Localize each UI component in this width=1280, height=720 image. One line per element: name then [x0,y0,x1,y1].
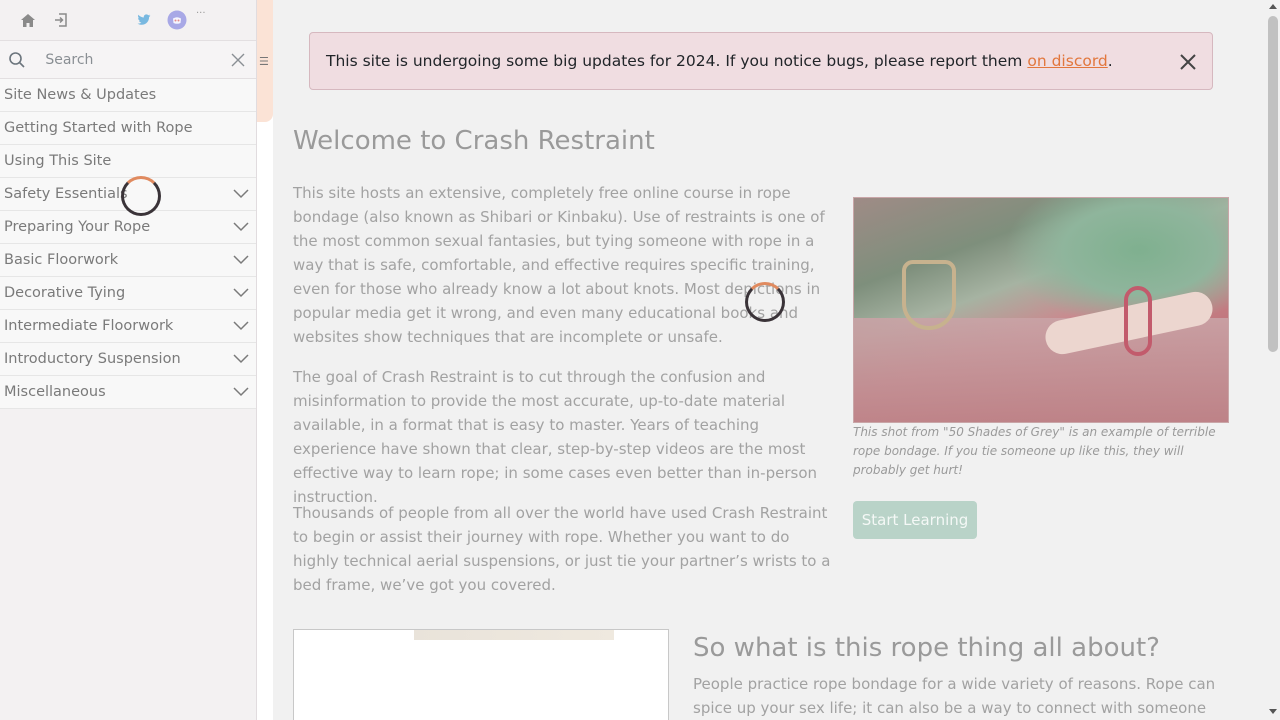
search-bar [0,41,256,79]
more-icon: ··· [196,7,206,19]
search-input[interactable] [33,51,220,68]
goal-paragraph: The goal of Crash Restraint is to cut th… [293,368,817,506]
sidebar-item-decorative-tying[interactable]: Decorative Tying [0,277,256,310]
chevron-down-icon[interactable] [232,383,250,401]
section-image [293,629,669,720]
page-title: Welcome to Crash Restraint [293,126,655,156]
sidebar-item-label: Miscellaneous [4,384,106,400]
sidebar-top-bar: ··· [0,0,256,41]
alert-text: This site is undergoing some big updates… [326,52,1023,70]
sidebar-item-miscellaneous[interactable]: Miscellaneous [0,376,256,409]
sidebar-item-label: Decorative Tying [4,285,126,301]
section-title: So what is this rope thing all about? [693,633,1160,663]
alert-suffix: . [1107,52,1113,70]
sidebar-item-label: Safety Essentials [4,186,128,202]
sidebar-item-label: Getting Started with Rope [4,120,193,136]
main-content: This site is undergoing some big updates… [273,0,1266,720]
sidebar-item-using-this-site[interactable]: Using This Site [0,145,256,178]
chevron-down-icon[interactable] [232,251,250,269]
scrollbar[interactable] [1266,0,1280,720]
sidebar-item-label: Basic Floorwork [4,252,119,268]
search-icon [0,51,33,69]
home-icon[interactable] [18,10,38,30]
community-paragraph: Thousands of people from all over the wo… [293,504,831,594]
section-paragraph: People practice rope bondage for a wide … [693,675,1216,717]
loading-spinner [745,282,785,322]
sidebar-item-preparing-your-rope[interactable]: Preparing Your Rope [0,211,256,244]
hero-image [853,197,1229,423]
sidebar: ··· Site News & Updates Getting Started w… [0,0,257,720]
sidebar-item-basic-floorwork[interactable]: Basic Floorwork [0,244,256,277]
close-icon[interactable] [1178,52,1198,72]
discord-link[interactable]: on discord [1027,52,1107,70]
clear-search-icon[interactable] [219,53,256,67]
sidebar-item-introductory-suspension[interactable]: Introductory Suspension [0,343,256,376]
sidebar-item-label: Intermediate Floorwork [4,318,174,334]
sidebar-item-site-news-updates[interactable]: Site News & Updates [0,79,256,112]
start-learning-button[interactable]: Start Learning [853,501,977,539]
sidebar-item-intermediate-floorwork[interactable]: Intermediate Floorwork [0,310,256,343]
chevron-down-icon[interactable] [232,185,250,203]
scroll-down-icon[interactable] [1269,709,1277,714]
menu-icon[interactable]: ☰ [259,55,269,68]
login-icon[interactable] [51,10,71,30]
scrollbar-thumb[interactable] [1268,16,1278,352]
chevron-down-icon[interactable] [232,218,250,236]
sidebar-item-label: Site News & Updates [4,87,157,103]
twitter-icon[interactable] [134,10,154,30]
scroll-up-icon[interactable] [1269,4,1277,9]
intro-paragraph: This site hosts an extensive, completely… [293,184,825,346]
discord-icon[interactable] [167,10,187,30]
chevron-down-icon[interactable] [232,317,250,335]
sidebar-item-label: Using This Site [4,153,112,169]
update-alert: This site is undergoing some big updates… [309,32,1213,90]
sidebar-nav: Site News & Updates Getting Started with … [0,79,256,409]
loading-spinner [121,176,161,216]
chevron-down-icon[interactable] [232,350,250,368]
sidebar-item-label: Introductory Suspension [4,351,181,367]
page-root: ··· Site News & Updates Getting Started w… [0,0,1280,720]
sidebar-item-getting-started-with-rope[interactable]: Getting Started with Rope [0,112,256,145]
hero-caption: This shot from "50 Shades of Grey" is an… [853,425,1216,477]
sidebar-item-label: Preparing Your Rope [4,219,151,235]
chevron-down-icon[interactable] [232,284,250,302]
